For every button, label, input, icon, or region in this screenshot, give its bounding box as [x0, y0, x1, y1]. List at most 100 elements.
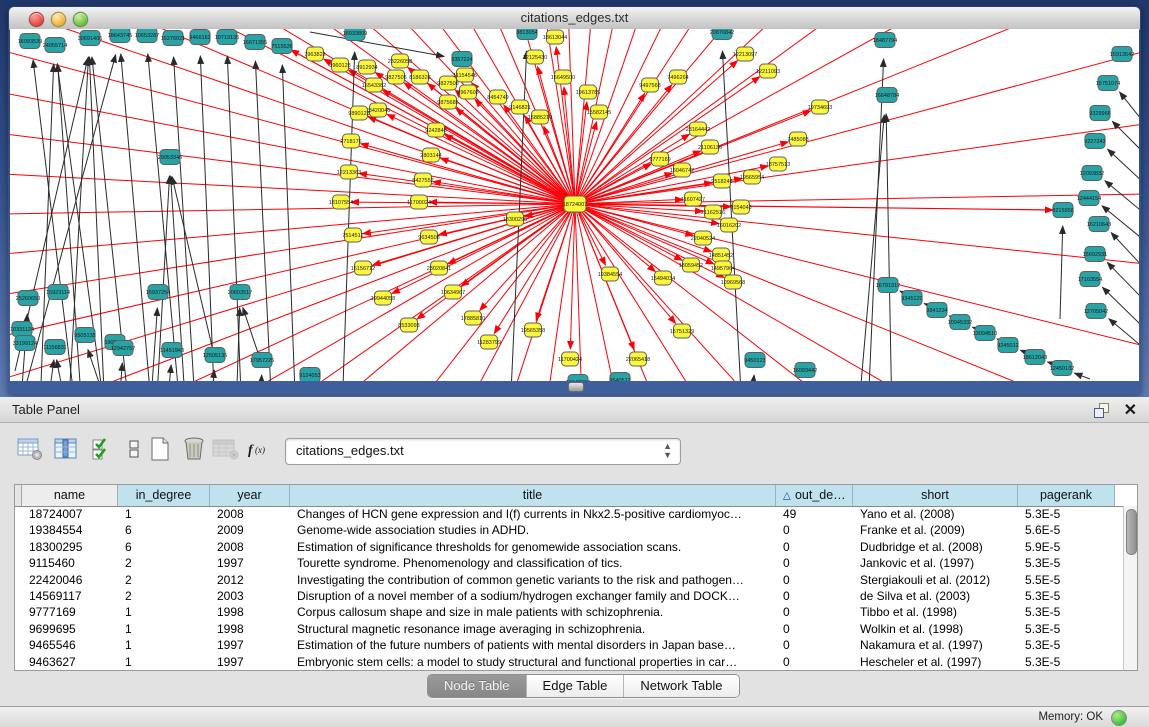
new-table-icon — [148, 436, 172, 467]
tab-node-table[interactable]: Node Table — [428, 675, 527, 697]
table-vertical-scrollbar[interactable] — [1123, 506, 1137, 670]
graph-node-label: 22040524 — [691, 236, 715, 242]
graph-node-label: 11154546 — [453, 73, 477, 79]
network-frame-titlebar[interactable]: citations_edges.txt — [9, 7, 1140, 30]
graph-node-label: 16649500 — [551, 75, 575, 81]
row-height-button[interactable] — [120, 437, 148, 465]
graph-node-label: 17103554 — [1078, 277, 1102, 283]
sort-ascending-icon: △ — [783, 487, 791, 504]
graph-node-label: 19944058 — [371, 296, 395, 302]
row-gutter — [15, 637, 22, 653]
column-header-pagerank[interactable]: pagerank — [1018, 485, 1115, 506]
graph-node-label: 12213363 — [337, 170, 361, 176]
graph-node-label: 19565954 — [740, 175, 764, 181]
tab-network-table[interactable]: Network Table — [624, 675, 738, 697]
cell-out-degree: 0 — [776, 555, 853, 571]
cell-year: 2009 — [210, 522, 290, 538]
graph-node-label: 9345120 — [901, 296, 922, 302]
select-rows-button[interactable] — [88, 437, 116, 465]
graph-node-label: 11156831 — [43, 345, 67, 351]
svg-text:f: f — [248, 443, 254, 458]
cell-title: Investigating the contribution of common… — [290, 572, 776, 588]
graph-node-label: 11700424 — [558, 357, 582, 363]
tab-edge-table[interactable]: Edge Table — [527, 675, 625, 697]
frame-resize-grip[interactable] — [568, 382, 584, 392]
graph-node-label: 12444154 — [1077, 196, 1101, 202]
graph-node-label: 15692931 — [1083, 252, 1107, 258]
cell-pagerank: 5.5E-5 — [1018, 572, 1115, 588]
cell-name: 14569117 — [22, 588, 118, 604]
graph-node-label: 18487794 — [873, 38, 897, 44]
table-row[interactable]: 1938455462009Genome-wide association stu… — [15, 522, 1124, 538]
column-header-year[interactable]: year — [210, 485, 290, 506]
table-row[interactable]: 946554611997Estimation of the future num… — [15, 637, 1124, 653]
graph-node-label: 2718176 — [340, 139, 361, 145]
graph-node-label: 11607427 — [681, 197, 705, 203]
graph-node-label: 15276021 — [161, 36, 185, 42]
column-header-in-degree[interactable]: in_degree — [118, 485, 210, 506]
network-graph-canvas[interactable]: 1609353924055714306914061864374510653287… — [10, 29, 1139, 381]
table-settings-button[interactable] — [16, 437, 44, 465]
graph-node-label: 25260650 — [16, 296, 40, 302]
graph-node-label: 16648784 — [875, 93, 899, 99]
float-panel-icon[interactable] — [1094, 402, 1109, 417]
cell-pagerank: 5.3E-5 — [1018, 588, 1115, 604]
cell-short: Tibbo et al. (1998) — [853, 604, 1018, 620]
table-row[interactable]: 977716911998Corpus callosum shape and si… — [15, 604, 1124, 620]
cell-name: 9465546 — [22, 637, 118, 653]
table-row[interactable]: 2242004622012Investigating the contribut… — [15, 572, 1124, 588]
cell-name: 18300295 — [22, 539, 118, 555]
graph-node-label: 8813054 — [516, 30, 537, 36]
cell-title: Genome-wide association studies in ADHD. — [290, 522, 776, 538]
graph-node-label: 15937254 — [146, 290, 170, 296]
column-header-name[interactable]: name — [22, 485, 118, 506]
graph-node-label: 19734693 — [808, 105, 832, 111]
graph-node-label: 9827508 — [437, 81, 458, 87]
graph-node-label: 21162516 — [701, 210, 725, 216]
table-row[interactable]: 911546021997Tourette syndrome. Phenomeno… — [15, 555, 1124, 571]
column-header-short[interactable]: short — [853, 485, 1018, 506]
cell-out-degree: 49 — [776, 506, 853, 522]
row-gutter — [15, 572, 22, 588]
row-gutter — [15, 604, 22, 620]
function-builder-button[interactable]: f(x) — [246, 437, 274, 465]
graph-node-label: 18300295 — [503, 217, 527, 223]
graph-node-label: 16093442 — [793, 368, 817, 374]
scrollbar-thumb[interactable] — [1126, 509, 1137, 555]
cell-short: Jankovic et al. (1997) — [853, 555, 1018, 571]
graph-node-label: 9777169 — [649, 157, 670, 163]
cell-year: 2008 — [210, 539, 290, 555]
graph-node-label: 9466162 — [189, 35, 210, 41]
graph-node-label: 33199124 — [13, 341, 37, 347]
cell-out-degree: 0 — [776, 522, 853, 538]
graph-node-label: 8912934 — [356, 65, 377, 71]
table-row[interactable]: 1830029562008Estimation of significance … — [15, 539, 1124, 555]
table-selector-dropdown[interactable]: citations_edges.txt ▲▼ — [285, 438, 681, 465]
graph-node-label: 18059452 — [679, 263, 703, 269]
row-gutter — [15, 621, 22, 637]
cell-pagerank: 5.3E-5 — [1018, 654, 1115, 670]
close-panel-icon[interactable]: ✕ — [1124, 400, 1137, 420]
table-row[interactable]: 946362711997Embryonic stem cells: a mode… — [15, 654, 1124, 670]
cell-out-degree: 0 — [776, 539, 853, 555]
table-body: 1872400712008Changes of HCN gene express… — [15, 506, 1124, 670]
delete-columns-button[interactable] — [212, 437, 240, 465]
application-window: citations_edges.txt 16093539240557143069… — [0, 0, 1149, 727]
column-header-title[interactable]: title — [290, 485, 776, 506]
delete-table-button[interactable] — [180, 437, 208, 465]
graph-node-label: 12450132 — [1050, 366, 1074, 372]
table-row[interactable]: 1872400712008Changes of HCN gene express… — [15, 506, 1124, 522]
graph-node-label: 7515526 — [271, 44, 292, 50]
select-columns-button[interactable] — [52, 437, 80, 465]
new-table-button[interactable] — [146, 437, 174, 465]
graph-node-label: 16543382 — [362, 83, 386, 89]
graph-node-label: 18724007 — [563, 202, 587, 208]
table-row[interactable]: 969969511998Structural magnetic resonanc… — [15, 621, 1124, 637]
graph-node-label: 12211093 — [756, 69, 780, 75]
cell-year: 2003 — [210, 588, 290, 604]
graph-node-label: 9450123 — [744, 358, 765, 364]
column-header-out-de-[interactable]: △out_de… — [776, 485, 853, 506]
graph-node-label: 13094510 — [973, 331, 997, 337]
graph-node-label: 15751074 — [1096, 81, 1120, 87]
table-row[interactable]: 1456911722003Disruption of a novel membe… — [15, 588, 1124, 604]
